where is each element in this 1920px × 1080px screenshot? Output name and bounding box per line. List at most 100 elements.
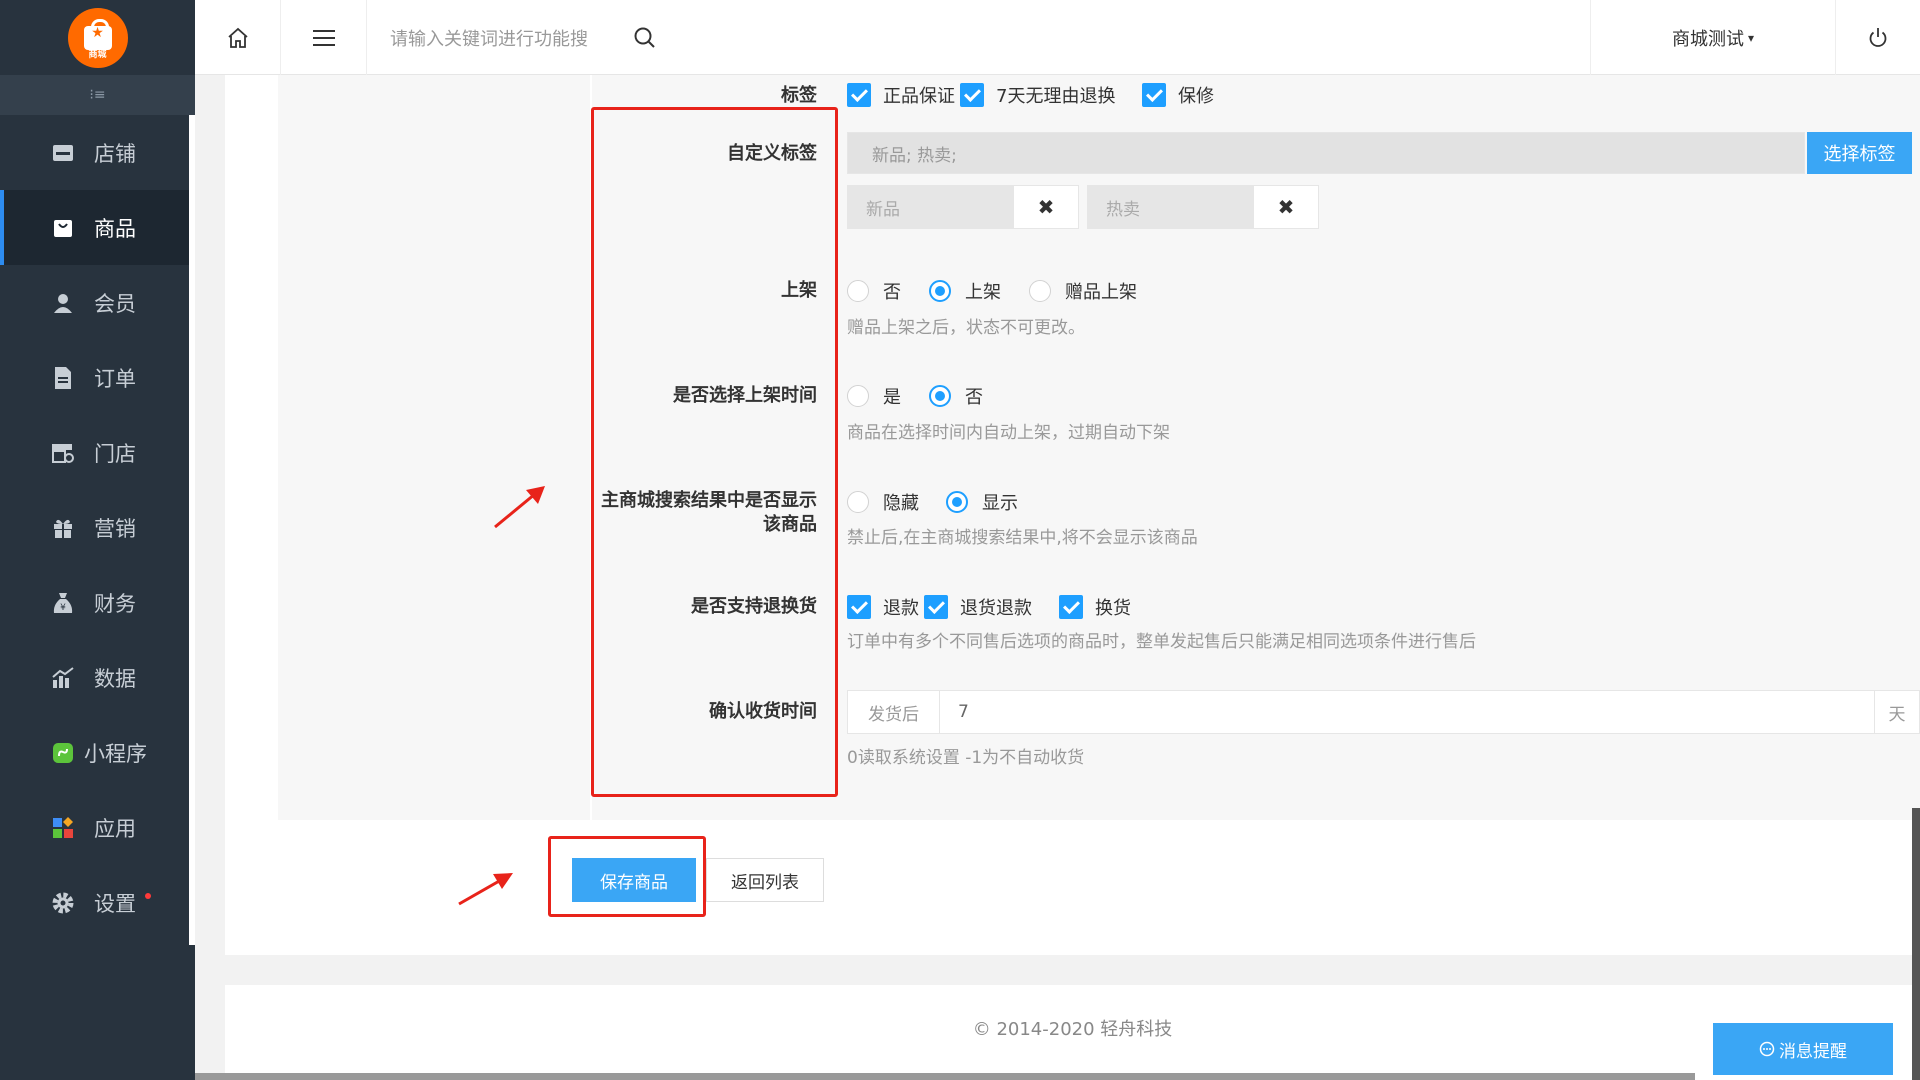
message-reminder-button[interactable]: 消息提醒 — [1713, 1023, 1893, 1075]
sidebar-scrollbar[interactable] — [189, 115, 195, 945]
radio-icon — [847, 385, 869, 407]
sidebar-item-miniprogram[interactable]: 小程序 — [0, 715, 195, 790]
custom-tags-input[interactable]: 新品; 热卖; — [847, 132, 1805, 174]
user-icon — [50, 292, 76, 314]
annotation-arrow-icon — [458, 873, 513, 906]
sidebar-item-finance[interactable]: ¥ 财务 — [0, 565, 195, 640]
option-label: 保修 — [1178, 86, 1214, 107]
tag-chip: 热卖 ✖ — [1087, 185, 1319, 229]
search-button[interactable] — [615, 0, 675, 75]
sidebar-item-marketing[interactable]: 营销 — [0, 490, 195, 565]
search-display-radio-show[interactable]: 显示 — [946, 489, 1018, 515]
power-icon — [1869, 27, 1887, 47]
mini-program-icon — [50, 742, 76, 764]
logout-button[interactable] — [1835, 0, 1920, 75]
apps-icon — [50, 816, 76, 839]
checkbox-checked-icon — [847, 83, 871, 107]
confirm-time-input[interactable]: 7 — [940, 691, 1874, 733]
tag-checkbox-warranty[interactable]: 保修 — [1142, 82, 1214, 108]
sidebar-item-orders[interactable]: 订单 — [0, 340, 195, 415]
tag-chip-text: 新品 — [848, 186, 1014, 228]
returns-checkbox-refund[interactable]: 退款 — [847, 594, 919, 620]
select-tags-button[interactable]: 选择标签 — [1807, 132, 1912, 174]
option-label: 退款 — [883, 598, 919, 619]
bar-chart-icon — [50, 666, 76, 689]
collapse-icon: ⁝≡ — [89, 87, 106, 103]
confirm-time-input-group: 发货后 7 天 — [847, 690, 1920, 734]
page-scrollbar[interactable] — [1912, 808, 1920, 1080]
shop-settings-icon — [50, 442, 76, 464]
store-switcher[interactable]: 商城测试 ▾ — [1590, 0, 1835, 75]
store-icon — [50, 143, 76, 163]
chevron-down-icon: ▾ — [1747, 30, 1755, 45]
shelf-time-radio-no[interactable]: 否 — [929, 383, 983, 409]
shelf-time-radio-yes[interactable]: 是 — [847, 383, 901, 409]
sidebar-item-label: 店铺 — [94, 141, 136, 166]
home-icon — [227, 27, 248, 48]
home-button[interactable] — [195, 0, 281, 75]
option-label: 赠品上架 — [1065, 282, 1137, 303]
save-product-button[interactable]: 保存商品 — [572, 858, 696, 902]
annotation-arrow-icon — [494, 486, 545, 529]
option-label: 换货 — [1095, 598, 1131, 619]
shelf-time-hint: 商品在选择时间内自动上架，过期自动下架 — [847, 423, 1170, 443]
tag-checkbox-7day-return[interactable]: 7天无理由退换 — [960, 82, 1115, 108]
returns-checkbox-exchange[interactable]: 换货 — [1059, 594, 1131, 620]
option-label: 7天无理由退换 — [996, 86, 1116, 107]
option-label: 是 — [883, 387, 901, 408]
returns-checkbox-return-refund[interactable]: 退货退款 — [924, 594, 1032, 620]
sidebar-item-members[interactable]: 会员 — [0, 265, 195, 340]
svg-text:¥: ¥ — [60, 603, 66, 613]
sidebar-item-store[interactable]: 店铺 — [0, 115, 195, 190]
logo-area: ★ 商城 — [0, 0, 195, 75]
tag-chip-text: 热卖 — [1088, 186, 1254, 228]
tags-label: 标签 — [781, 85, 817, 106]
sidebar-item-label: 应用 — [94, 816, 136, 841]
search-display-radio-hide[interactable]: 隐藏 — [847, 489, 919, 515]
option-label: 退货退款 — [960, 598, 1032, 619]
sidebar-item-label: 会员 — [94, 291, 136, 316]
close-icon: ✖ — [1277, 195, 1295, 219]
horizontal-scrollbar[interactable] — [195, 1073, 1695, 1080]
sidebar-item-label: 营销 — [94, 516, 136, 541]
confirm-time-prefix: 发货后 — [848, 691, 940, 733]
radio-selected-icon — [929, 280, 951, 302]
notification-dot — [145, 893, 151, 899]
returns-hint: 订单中有多个不同售后选项的商品时，整单发起售后只能满足相同选项条件进行售后 — [847, 632, 1476, 652]
sidebar-item-settings[interactable]: 设置 — [0, 865, 195, 940]
collapse-sidebar-button[interactable]: ⁝≡ — [0, 75, 195, 115]
sidebar-item-data[interactable]: 数据 — [0, 640, 195, 715]
option-label: 显示 — [982, 493, 1018, 514]
copyright-text: © 2014-2020 轻舟科技 — [972, 1019, 1173, 1040]
store-name: 商城测试 — [1671, 28, 1744, 50]
logo[interactable]: ★ 商城 — [67, 7, 128, 68]
tag-checkbox-genuine[interactable]: 正品保证 — [847, 82, 955, 108]
radio-selected-icon — [946, 491, 968, 513]
sidebar-item-label: 财务 — [94, 591, 136, 616]
sidebar-item-label: 商品 — [94, 216, 136, 241]
sidebar: ★ 商城 ⁝≡ 店铺 商品 会员 订单 门店 营销 ¥ 财务 数据 小程序 应用… — [0, 0, 195, 1080]
sidebar-item-apps[interactable]: 应用 — [0, 790, 195, 865]
option-label: 上架 — [965, 282, 1001, 303]
search-icon — [634, 27, 655, 48]
money-bag-icon: ¥ — [50, 591, 76, 615]
menu-toggle-button[interactable] — [281, 0, 367, 75]
on-shelf-radio-gift[interactable]: 赠品上架 — [1029, 278, 1137, 304]
remove-tag-button[interactable]: ✖ — [1014, 186, 1078, 228]
remove-tag-button[interactable]: ✖ — [1254, 186, 1318, 228]
sidebar-item-label: 数据 — [94, 666, 136, 691]
sidebar-item-label: 设置 — [94, 891, 136, 916]
radio-icon — [847, 491, 869, 513]
logo-text: 商城 — [88, 49, 107, 60]
on-shelf-radio-yes[interactable]: 上架 — [929, 278, 1001, 304]
sidebar-item-products[interactable]: 商品 — [0, 190, 195, 265]
option-label: 否 — [965, 387, 983, 408]
back-to-list-button[interactable]: 返回列表 — [706, 858, 824, 902]
on-shelf-radio-no[interactable]: 否 — [847, 278, 901, 304]
sidebar-item-label: 订单 — [94, 366, 136, 391]
gear-icon — [50, 891, 76, 915]
sidebar-item-stores[interactable]: 门店 — [0, 415, 195, 490]
search-input[interactable]: 请输入关键词进行功能搜 — [390, 0, 588, 75]
close-icon: ✖ — [1037, 195, 1055, 219]
hamburger-icon — [312, 29, 335, 46]
